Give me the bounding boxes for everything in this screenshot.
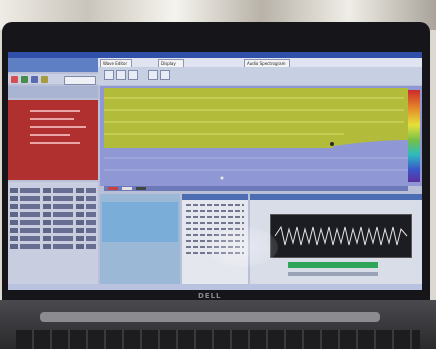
legend-swatch bbox=[136, 187, 146, 190]
list-item[interactable] bbox=[10, 188, 96, 193]
list-item[interactable] bbox=[10, 228, 96, 233]
select-icon[interactable] bbox=[148, 70, 158, 80]
legend-swatch bbox=[122, 187, 132, 190]
level-meter bbox=[288, 262, 378, 268]
zoom-out-icon[interactable] bbox=[116, 70, 126, 80]
settings-button[interactable] bbox=[64, 76, 96, 85]
alert-text-line bbox=[30, 126, 86, 128]
info-text-line bbox=[186, 222, 244, 224]
alert-text-line bbox=[30, 142, 80, 144]
plot-green-region bbox=[104, 88, 408, 148]
cursor-marker bbox=[330, 142, 334, 146]
stop-icon[interactable] bbox=[31, 76, 38, 83]
screen-glare bbox=[208, 227, 278, 267]
info-text-line bbox=[186, 216, 244, 218]
info-text-line bbox=[186, 210, 244, 212]
folder-icon[interactable] bbox=[41, 76, 48, 83]
oscilloscope-display[interactable] bbox=[270, 214, 412, 258]
status-bar bbox=[8, 284, 422, 290]
scroll-bar[interactable] bbox=[288, 272, 378, 276]
record-icon[interactable] bbox=[11, 76, 18, 83]
cursor-icon[interactable] bbox=[128, 70, 138, 80]
laptop-hinge bbox=[40, 312, 380, 322]
list-item[interactable] bbox=[10, 236, 96, 241]
signal-trace bbox=[274, 225, 408, 246]
list-item[interactable] bbox=[10, 244, 96, 249]
left-subheader bbox=[8, 86, 98, 98]
play-icon[interactable] bbox=[21, 76, 28, 83]
list-item[interactable] bbox=[10, 212, 96, 217]
legend-strip bbox=[104, 186, 408, 191]
main-toolbar bbox=[98, 67, 422, 85]
zoom-in-icon[interactable] bbox=[104, 70, 114, 80]
waveform-plot[interactable] bbox=[104, 88, 408, 184]
alert-panel bbox=[8, 100, 98, 180]
legend-swatch bbox=[108, 187, 118, 190]
list-item[interactable] bbox=[10, 204, 96, 209]
info-panel-title bbox=[182, 194, 248, 200]
color-scale-bar bbox=[408, 90, 420, 182]
keyboard bbox=[16, 330, 420, 349]
alert-text-line bbox=[30, 134, 70, 136]
point-marker bbox=[220, 176, 224, 180]
list-item[interactable] bbox=[10, 220, 96, 225]
info-text-line bbox=[186, 204, 244, 206]
laptop-screen: Wave Editor Display Audio Spectrogram bbox=[8, 52, 422, 290]
list-item[interactable] bbox=[10, 196, 96, 201]
brand-logo: DELL bbox=[198, 292, 222, 300]
left-panel-header bbox=[8, 58, 98, 72]
preview-area bbox=[102, 202, 178, 242]
oscilloscope-title bbox=[250, 194, 422, 200]
alert-text-line bbox=[30, 118, 74, 120]
grid-icon[interactable] bbox=[160, 70, 170, 80]
alert-text-line bbox=[30, 110, 80, 112]
